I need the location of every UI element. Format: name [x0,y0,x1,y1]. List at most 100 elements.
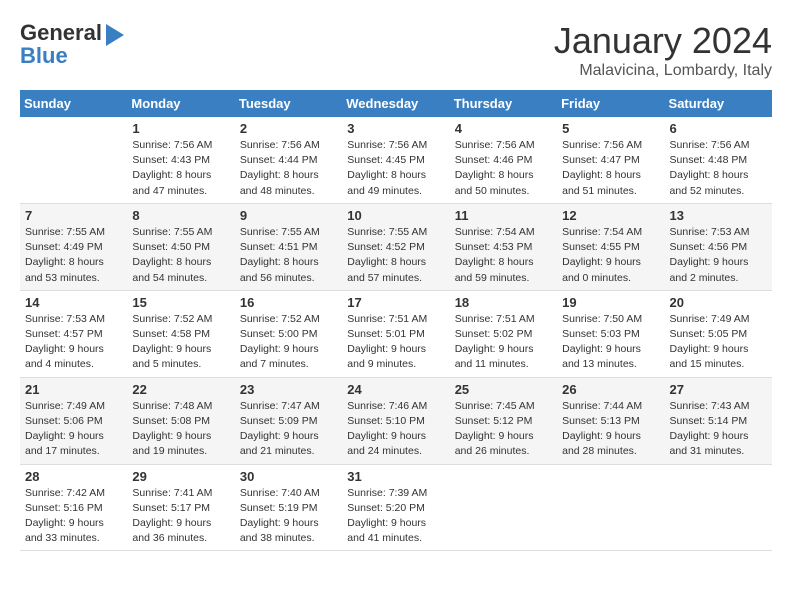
day-info: Sunrise: 7:55 AMSunset: 4:49 PMDaylight:… [25,225,122,286]
day-number: 19 [562,295,659,310]
header-sunday: Sunday [20,90,127,117]
day-info: Sunrise: 7:54 AMSunset: 4:55 PMDaylight:… [562,225,659,286]
calendar-cell: 14Sunrise: 7:53 AMSunset: 4:57 PMDayligh… [20,290,127,377]
day-number: 9 [240,208,337,223]
calendar-week-row: 14Sunrise: 7:53 AMSunset: 4:57 PMDayligh… [20,290,772,377]
calendar-cell: 20Sunrise: 7:49 AMSunset: 5:05 PMDayligh… [665,290,772,377]
day-info: Sunrise: 7:56 AMSunset: 4:45 PMDaylight:… [347,138,444,199]
day-info: Sunrise: 7:44 AMSunset: 5:13 PMDaylight:… [562,399,659,460]
day-number: 3 [347,121,444,136]
calendar-cell: 17 Sunrise: 7:51 AMSunset: 5:01 PMDayligh… [342,290,449,377]
calendar-cell: 27 Sunrise: 7:43 AMSunset: 5:14 PMDayligh… [665,377,772,464]
calendar-cell: 2Sunrise: 7:56 AMSunset: 4:44 PMDaylight… [235,117,342,203]
day-info: Sunrise: 7:52 AMSunset: 4:58 PMDaylight:… [132,312,229,373]
logo-blue-text: Blue [20,44,68,68]
day-info: Sunrise: 7:52 AMSunset: 5:00 PMDaylight:… [240,312,337,373]
calendar-week-row: 7 Sunrise: 7:55 AMSunset: 4:49 PMDaylight… [20,203,772,290]
header-tuesday: Tuesday [235,90,342,117]
calendar-table: SundayMondayTuesdayWednesdayThursdayFrid… [20,90,772,551]
day-info: Sunrise: 7:51 AMSunset: 5:02 PMDaylight:… [455,312,552,373]
day-number: 28 [25,469,122,484]
calendar-cell: 25 Sunrise: 7:45 AMSunset: 5:12 PMDayligh… [450,377,557,464]
day-info: Sunrise: 7:53 AMSunset: 4:56 PMDaylight:… [670,225,767,286]
calendar-cell: 24 Sunrise: 7:46 AMSunset: 5:10 PMDayligh… [342,377,449,464]
header-thursday: Thursday [450,90,557,117]
day-info: Sunrise: 7:56 AMSunset: 4:47 PMDaylight:… [562,138,659,199]
day-number: 15 [132,295,229,310]
logo: General Blue [20,20,124,68]
day-number: 30 [240,469,337,484]
calendar-cell: 22 Sunrise: 7:48 AMSunset: 5:08 PMDayligh… [127,377,234,464]
header-wednesday: Wednesday [342,90,449,117]
day-number: 23 [240,382,337,397]
calendar-cell: 1 Sunrise: 7:56 AMSunset: 4:43 PMDaylight… [127,117,234,203]
calendar-cell: 29Sunrise: 7:41 AMSunset: 5:17 PMDayligh… [127,464,234,551]
calendar-cell: 8 Sunrise: 7:55 AMSunset: 4:50 PMDaylight… [127,203,234,290]
day-number: 17 [347,295,444,310]
day-number: 18 [455,295,552,310]
calendar-cell: 6Sunrise: 7:56 AMSunset: 4:48 PMDaylight… [665,117,772,203]
day-number: 16 [240,295,337,310]
page-header: General Blue January 2024 Malavicina, Lo… [20,20,772,80]
day-info: Sunrise: 7:46 AMSunset: 5:10 PMDaylight:… [347,399,444,460]
day-number: 1 [132,121,229,136]
day-number: 24 [347,382,444,397]
calendar-week-row: 1 Sunrise: 7:56 AMSunset: 4:43 PMDaylight… [20,117,772,203]
calendar-cell: 12 Sunrise: 7:54 AMSunset: 4:55 PMDayligh… [557,203,664,290]
day-info: Sunrise: 7:56 AMSunset: 4:43 PMDaylight:… [132,138,229,199]
calendar-cell: 3 Sunrise: 7:56 AMSunset: 4:45 PMDaylight… [342,117,449,203]
day-number: 13 [670,208,767,223]
calendar-cell: 31 Sunrise: 7:39 AMSunset: 5:20 PMDayligh… [342,464,449,551]
day-info: Sunrise: 7:56 AMSunset: 4:46 PMDaylight:… [455,138,552,199]
calendar-cell: 23 Sunrise: 7:47 AMSunset: 5:09 PMDayligh… [235,377,342,464]
day-number: 21 [25,382,122,397]
day-info: Sunrise: 7:54 AMSunset: 4:53 PMDaylight:… [455,225,552,286]
day-number: 26 [562,382,659,397]
day-number: 25 [455,382,552,397]
day-info: Sunrise: 7:55 AMSunset: 4:50 PMDaylight:… [132,225,229,286]
day-info: Sunrise: 7:50 AMSunset: 5:03 PMDaylight:… [562,312,659,373]
day-info: Sunrise: 7:49 AMSunset: 5:06 PMDaylight:… [25,399,122,460]
day-number: 5 [562,121,659,136]
calendar-cell: 9 Sunrise: 7:55 AMSunset: 4:51 PMDaylight… [235,203,342,290]
day-number: 14 [25,295,122,310]
calendar-cell: 30 Sunrise: 7:40 AMSunset: 5:19 PMDayligh… [235,464,342,551]
logo-triangle-icon [106,24,124,46]
day-number: 27 [670,382,767,397]
day-info: Sunrise: 7:47 AMSunset: 5:09 PMDaylight:… [240,399,337,460]
calendar-cell: 15 Sunrise: 7:52 AMSunset: 4:58 PMDayligh… [127,290,234,377]
day-info: Sunrise: 7:56 AMSunset: 4:48 PMDaylight:… [670,138,767,199]
day-info: Sunrise: 7:55 AMSunset: 4:52 PMDaylight:… [347,225,444,286]
calendar-cell: 10 Sunrise: 7:55 AMSunset: 4:52 PMDayligh… [342,203,449,290]
day-info: Sunrise: 7:40 AMSunset: 5:19 PMDaylight:… [240,486,337,547]
calendar-cell: 4Sunrise: 7:56 AMSunset: 4:46 PMDaylight… [450,117,557,203]
day-number: 22 [132,382,229,397]
day-number: 2 [240,121,337,136]
day-info: Sunrise: 7:51 AMSunset: 5:01 PMDaylight:… [347,312,444,373]
day-info: Sunrise: 7:41 AMSunset: 5:17 PMDaylight:… [132,486,229,547]
day-info: Sunrise: 7:45 AMSunset: 5:12 PMDaylight:… [455,399,552,460]
title-block: January 2024 Malavicina, Lombardy, Italy [554,20,772,80]
day-info: Sunrise: 7:55 AMSunset: 4:51 PMDaylight:… [240,225,337,286]
location-subtitle: Malavicina, Lombardy, Italy [554,62,772,80]
calendar-cell: 5 Sunrise: 7:56 AMSunset: 4:47 PMDaylight… [557,117,664,203]
calendar-cell [557,464,664,551]
calendar-cell: 19 Sunrise: 7:50 AMSunset: 5:03 PMDayligh… [557,290,664,377]
day-number: 10 [347,208,444,223]
calendar-cell [450,464,557,551]
calendar-week-row: 21 Sunrise: 7:49 AMSunset: 5:06 PMDayligh… [20,377,772,464]
header-friday: Friday [557,90,664,117]
calendar-cell: 21 Sunrise: 7:49 AMSunset: 5:06 PMDayligh… [20,377,127,464]
calendar-cell [20,117,127,203]
day-number: 7 [25,208,122,223]
calendar-cell: 13 Sunrise: 7:53 AMSunset: 4:56 PMDayligh… [665,203,772,290]
day-number: 31 [347,469,444,484]
month-title: January 2024 [554,20,772,62]
day-number: 12 [562,208,659,223]
day-info: Sunrise: 7:42 AMSunset: 5:16 PMDaylight:… [25,486,122,547]
day-number: 8 [132,208,229,223]
day-info: Sunrise: 7:39 AMSunset: 5:20 PMDaylight:… [347,486,444,547]
day-info: Sunrise: 7:43 AMSunset: 5:14 PMDaylight:… [670,399,767,460]
day-info: Sunrise: 7:48 AMSunset: 5:08 PMDaylight:… [132,399,229,460]
logo-text: General [20,21,102,45]
